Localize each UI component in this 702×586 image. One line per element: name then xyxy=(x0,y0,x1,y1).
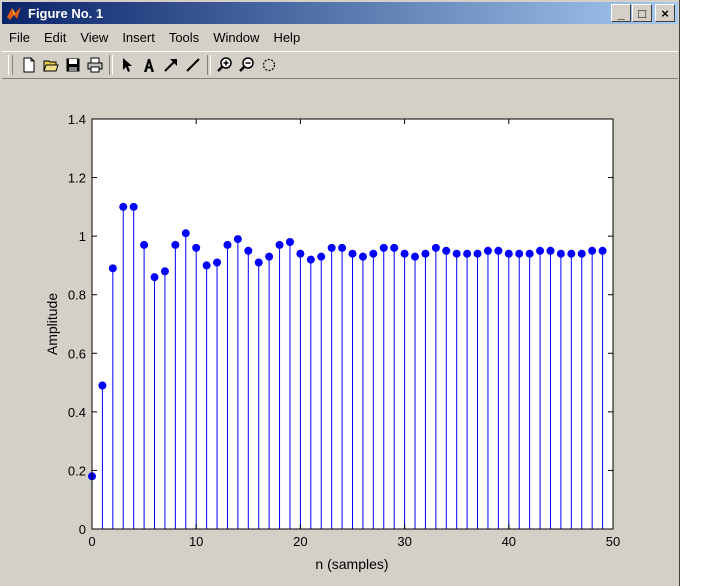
y-tick-label: 0.2 xyxy=(68,463,86,478)
x-axis-label: n (samples) xyxy=(315,556,388,572)
stem-marker xyxy=(358,252,367,261)
stem-marker xyxy=(348,249,357,258)
x-tick-label: 50 xyxy=(606,534,620,549)
stem-marker xyxy=(265,252,274,261)
y-tick-label: 0.6 xyxy=(68,346,86,361)
x-tick-label: 10 xyxy=(189,534,203,549)
stem-marker xyxy=(108,264,117,273)
stem-marker xyxy=(338,243,347,252)
x-tick-label: 40 xyxy=(502,534,516,549)
stem-marker xyxy=(296,249,305,258)
stem-marker xyxy=(598,246,607,255)
stem-marker xyxy=(411,252,420,261)
stem-marker xyxy=(588,246,597,255)
stem-marker xyxy=(254,258,263,267)
plot-canvas: 0 10 20 30 40 50 0 0.2 0.4 0.6 0.8 1 1.2 1.4 n (sampl… xyxy=(44,112,620,572)
stem-marker xyxy=(452,249,461,258)
stem-marker xyxy=(546,246,555,255)
stem-marker xyxy=(233,235,242,244)
stem-marker xyxy=(275,240,284,249)
stem-marker xyxy=(379,243,388,252)
stem-marker xyxy=(525,249,534,258)
stem-marker xyxy=(463,249,472,258)
stem-marker xyxy=(400,249,409,258)
stem-marker xyxy=(244,246,253,255)
stem-marker xyxy=(181,229,190,238)
stem-marker xyxy=(306,255,315,264)
stem-marker xyxy=(160,267,169,276)
stem-marker xyxy=(556,249,565,258)
stem-marker xyxy=(442,246,451,255)
stem-marker xyxy=(202,261,211,270)
y-tick-label: 0 xyxy=(79,522,86,537)
y-tick-label: 0.8 xyxy=(68,288,86,303)
stem-marker xyxy=(473,249,482,258)
stem-marker xyxy=(223,240,232,249)
stem-marker xyxy=(129,202,138,211)
stem-marker xyxy=(150,273,159,282)
stem-marker xyxy=(431,243,440,252)
y-tick-label: 1 xyxy=(79,229,86,244)
stem-marker xyxy=(369,249,378,258)
y-tick-label: 1.2 xyxy=(68,171,86,186)
stem-marker xyxy=(213,258,222,267)
y-tick-label: 1.4 xyxy=(68,112,86,127)
x-tick-label: 30 xyxy=(397,534,411,549)
stem-marker xyxy=(171,240,180,249)
y-tick-label: 0.4 xyxy=(68,405,86,420)
stem-marker xyxy=(494,246,503,255)
x-tick-label: 20 xyxy=(293,534,307,549)
x-tick-label: 0 xyxy=(88,534,95,549)
stem-marker xyxy=(504,249,513,258)
stem-marker xyxy=(327,243,336,252)
y-axis-label: Amplitude xyxy=(44,293,60,355)
stem-marker xyxy=(577,249,586,258)
stem-marker xyxy=(317,252,326,261)
stem-marker xyxy=(119,202,128,211)
stem-marker xyxy=(567,249,576,258)
stem-marker xyxy=(536,246,545,255)
stem-marker xyxy=(390,243,399,252)
stem-marker xyxy=(483,246,492,255)
stem-marker xyxy=(140,240,149,249)
stem-marker xyxy=(515,249,524,258)
stem-marker xyxy=(285,238,294,246)
stem-marker xyxy=(421,249,430,258)
stem-marker xyxy=(98,381,107,390)
figure-window: Figure No. 1 _ □ × File Edit View Insert… xyxy=(0,0,680,586)
stem-marker xyxy=(192,243,201,252)
